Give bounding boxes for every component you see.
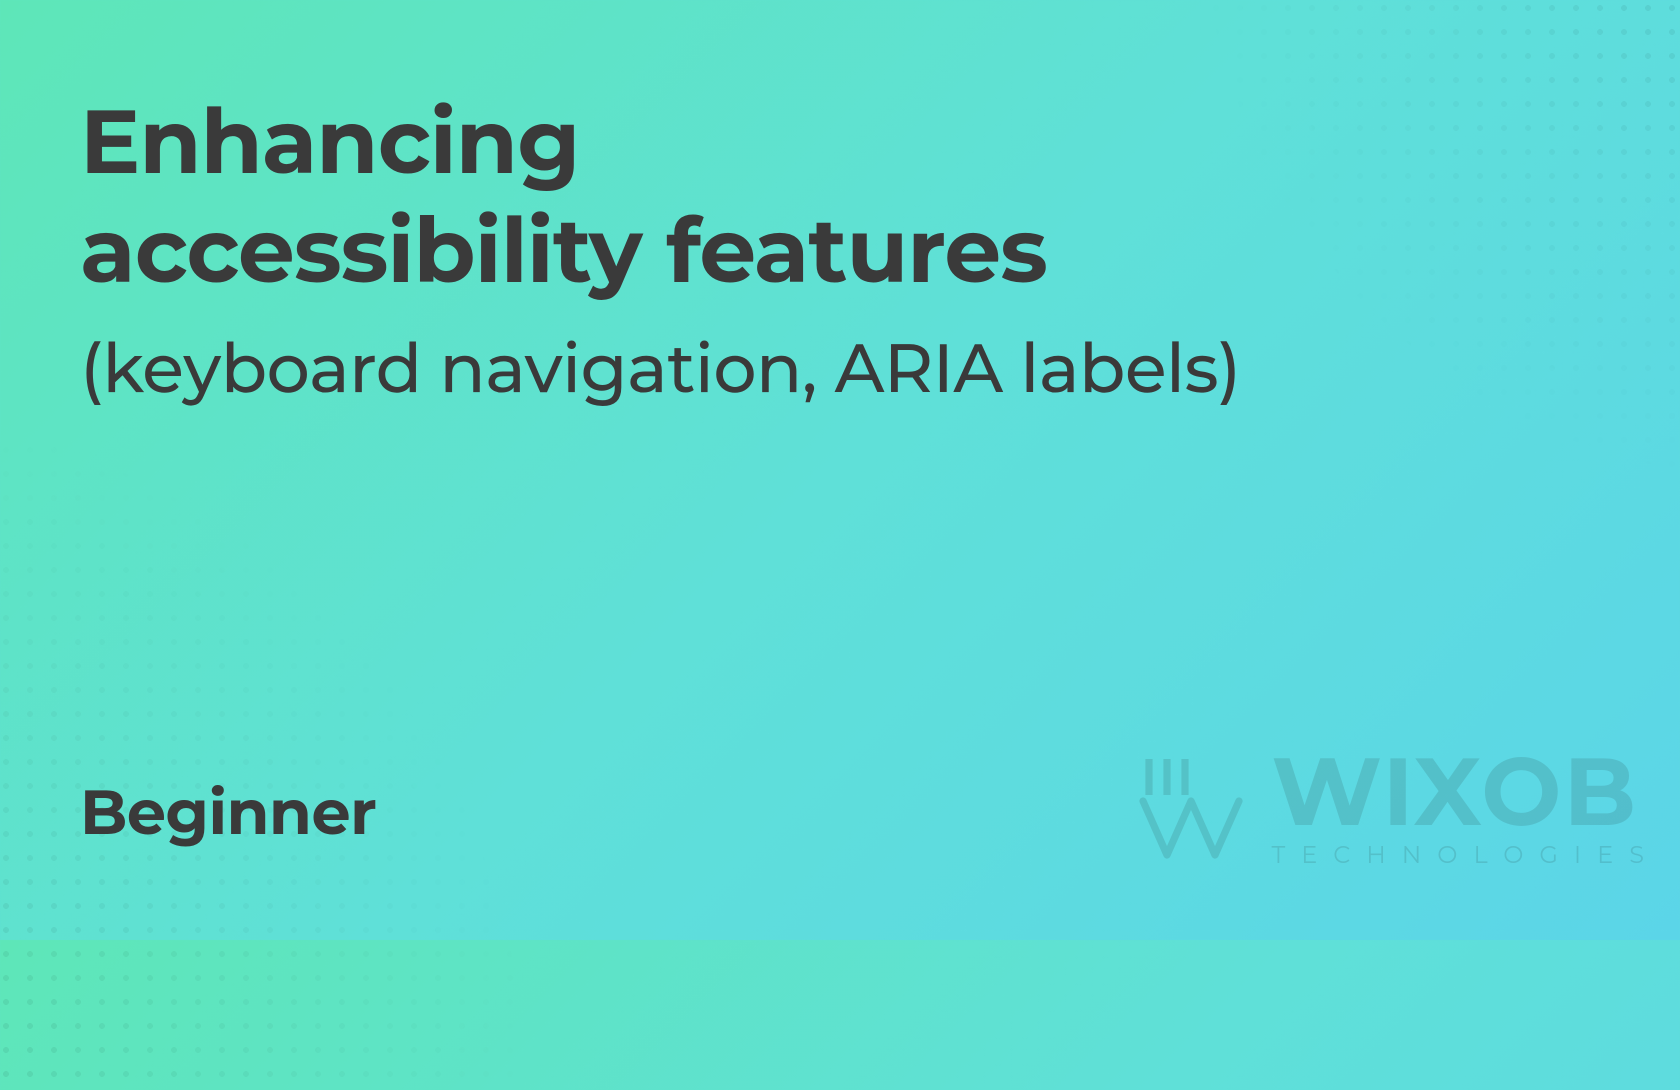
difficulty-level: Beginner bbox=[80, 774, 1600, 850]
title-line-2: accessibility features bbox=[80, 199, 1600, 303]
slide-content: Enhancing accessibility features (keyboa… bbox=[0, 0, 1680, 940]
subtitle: (keyboard navigation, ARIA labels) bbox=[80, 327, 1600, 410]
title-line-1: Enhancing bbox=[80, 90, 1600, 194]
